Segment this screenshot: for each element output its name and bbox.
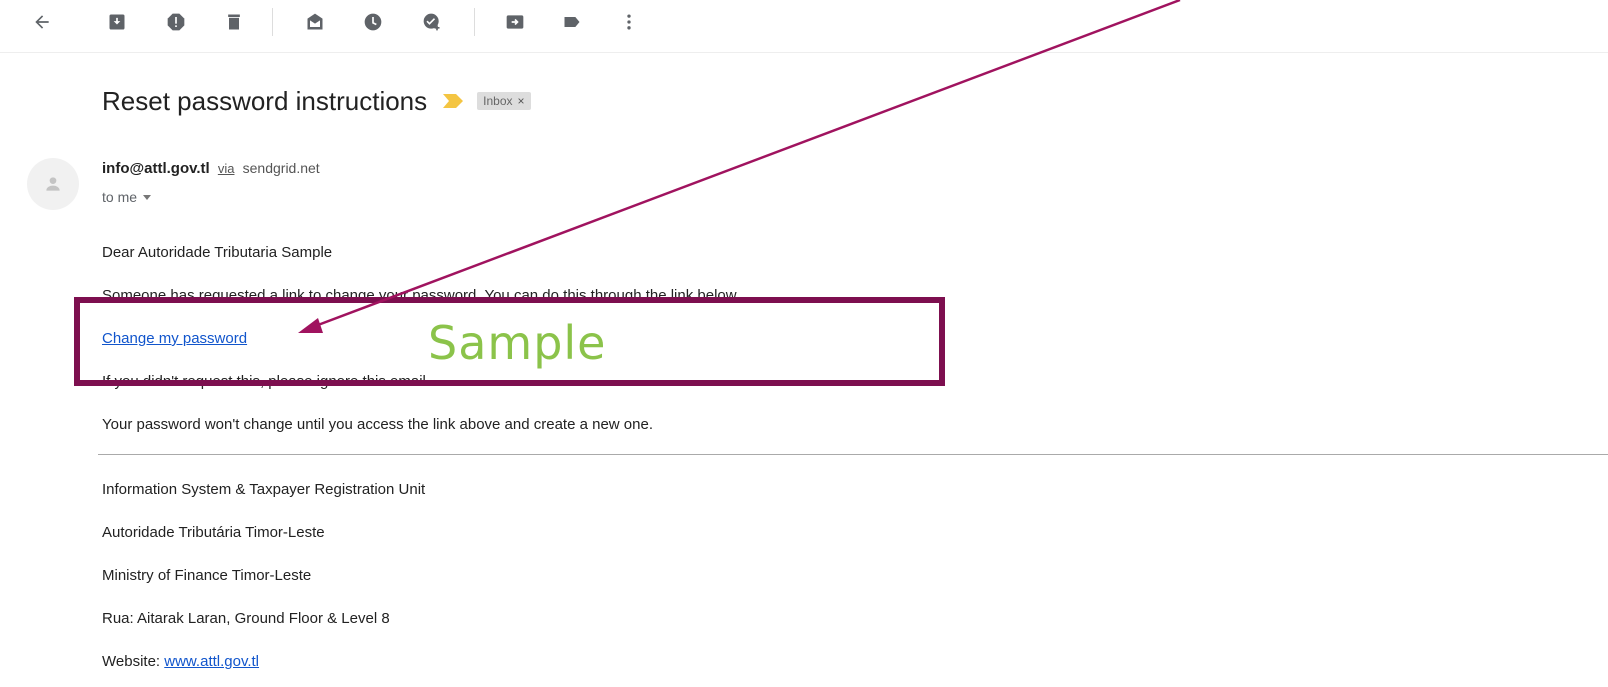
website-label: Website:	[102, 653, 161, 670]
body-line-3: Your password won't change until you acc…	[102, 416, 653, 433]
message-toolbar	[0, 0, 1608, 53]
signature-address: Rua: Aitarak Laran, Ground Floor & Level…	[102, 610, 390, 627]
inbox-label-chip: Inbox ×	[477, 92, 531, 110]
avatar	[27, 158, 79, 210]
via-domain: sendgrid.net	[242, 160, 320, 176]
person-icon	[46, 177, 60, 191]
recipient-row[interactable]: to me	[102, 189, 152, 205]
show-details-caret-icon[interactable]	[143, 194, 152, 200]
back-arrow-icon[interactable]	[30, 10, 54, 34]
sender-email[interactable]: info@attl.gov.tl	[102, 160, 210, 177]
more-vert-icon[interactable]	[617, 10, 641, 34]
labels-icon[interactable]	[560, 10, 584, 34]
move-to-icon[interactable]	[503, 10, 527, 34]
website-link[interactable]: www.attl.gov.tl	[164, 653, 259, 670]
mark-unread-icon[interactable]	[303, 10, 327, 34]
signature-divider	[98, 454, 1608, 455]
signature-unit: Information System & Taxpayer Registrati…	[102, 481, 426, 498]
signature-org: Autoridade Tributária Timor-Leste	[102, 524, 325, 541]
archive-icon[interactable]	[105, 10, 129, 34]
recipient-text: to me	[102, 189, 138, 205]
remove-label-icon[interactable]: ×	[518, 94, 525, 108]
delete-icon[interactable]	[222, 10, 246, 34]
via-link[interactable]: via	[218, 161, 235, 176]
signature-website-row: Website: www.attl.gov.tl	[102, 653, 259, 670]
subject-row: Reset password instructions Inbox ×	[102, 84, 531, 118]
snooze-icon[interactable]	[361, 10, 385, 34]
sender-row: info@attl.gov.tl via sendgrid.net	[102, 160, 320, 177]
email-subject: Reset password instructions	[102, 85, 428, 116]
importance-marker-icon[interactable]	[443, 94, 464, 108]
label-chip-text: Inbox	[483, 94, 513, 108]
signature-ministry: Ministry of Finance Timor-Leste	[102, 567, 312, 584]
annotation-label: Sample	[428, 316, 607, 370]
greeting: Dear Autoridade Tributaria Sample	[102, 244, 333, 261]
report-spam-icon[interactable]	[164, 10, 188, 34]
add-to-tasks-icon[interactable]	[420, 10, 444, 34]
